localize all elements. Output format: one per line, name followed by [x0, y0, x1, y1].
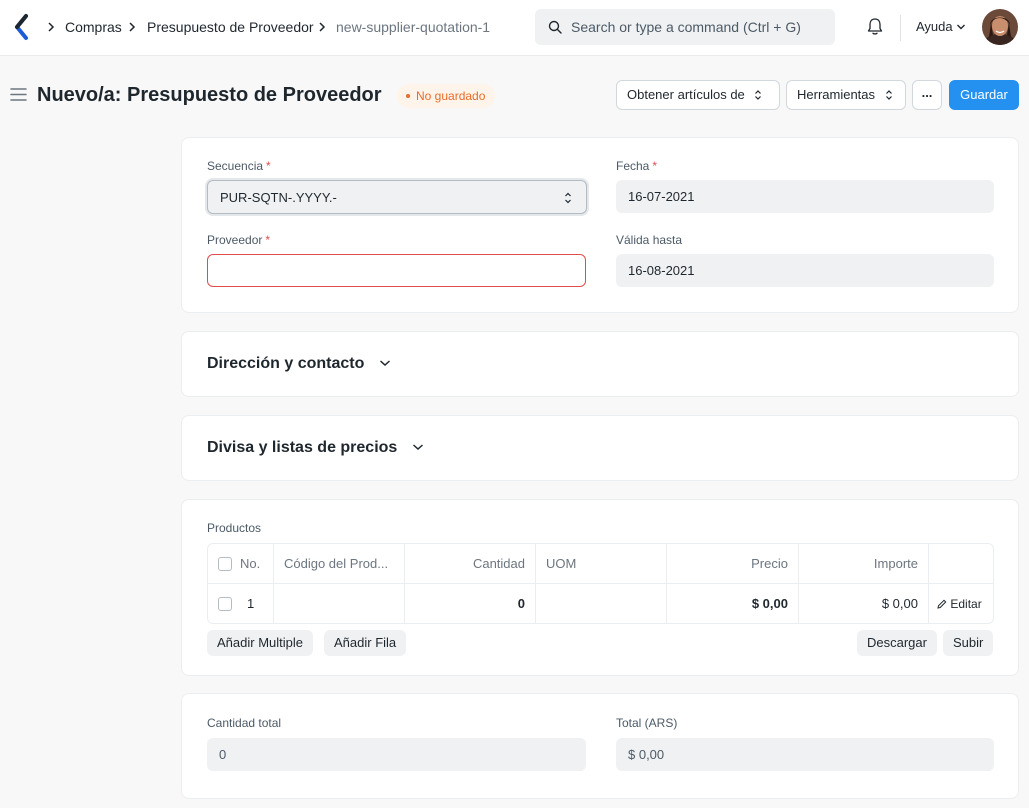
date-label-text: Fecha: [616, 159, 650, 173]
currency-section-title: Divisa y listas de precios: [207, 439, 398, 456]
notification-bell-icon[interactable]: [866, 17, 884, 36]
save-button[interactable]: Guardar: [949, 80, 1019, 110]
more-actions-button[interactable]: ...: [912, 80, 942, 110]
row-edit-button[interactable]: Editar: [929, 584, 993, 624]
series-label: Secuencia *: [207, 159, 271, 173]
row-qty-cell[interactable]: 0: [405, 584, 536, 624]
row-item-code-cell[interactable]: [274, 584, 405, 624]
series-value: PUR-SQTN-.YYYY.-: [220, 190, 337, 205]
col-no-label: No.: [240, 556, 261, 571]
col-item-code-header: Código del Prod...: [274, 544, 405, 584]
select-arrows-icon: [565, 192, 571, 204]
page-title: Nuevo/a: Presupuesto de Proveedor: [37, 84, 382, 106]
add-row-button[interactable]: Añadir Fila: [324, 630, 407, 656]
items-table: No. Código del Prod... Cantidad UOM Prec…: [207, 543, 994, 624]
help-dropdown[interactable]: Ayuda: [916, 19, 965, 34]
row-uom-cell[interactable]: [536, 584, 667, 624]
breadcrumb-current-doc: new-supplier-quotation-1: [336, 19, 491, 35]
currency-section-header[interactable]: Divisa y listas de precios: [207, 439, 424, 457]
row-rate-cell[interactable]: $ 0,00: [667, 584, 799, 624]
chevron-down-icon: [412, 444, 423, 450]
series-select[interactable]: PUR-SQTN-.YYYY.-: [207, 180, 587, 214]
row-checkbox[interactable]: [218, 597, 232, 611]
tools-label: Herramientas: [797, 87, 876, 102]
required-marker: *: [266, 159, 271, 173]
address-section-header[interactable]: Dirección y contacto: [207, 355, 391, 373]
address-contact-section[interactable]: Dirección y contacto: [181, 331, 1019, 397]
total-field: $ 0,00: [616, 738, 994, 771]
get-items-label: Obtener artículos de: [627, 87, 745, 102]
supplier-field[interactable]: [207, 254, 586, 287]
navbar-divider: [900, 15, 901, 41]
table-row[interactable]: 1 0 $ 0,00 $ 0,00 Editar: [208, 584, 993, 624]
col-actions-header: [929, 544, 993, 584]
chevron-down-icon: [379, 360, 390, 366]
total-qty-field: 0: [207, 738, 586, 771]
date-field[interactable]: 16-07-2021: [616, 180, 994, 213]
col-qty-header: Cantidad: [405, 544, 536, 584]
breadcrumb-compras[interactable]: Compras: [65, 18, 122, 36]
user-avatar[interactable]: [982, 9, 1018, 45]
main-form-card: Secuencia * PUR-SQTN-.YYYY.- Fecha * 16-07…: [181, 137, 1019, 313]
currency-pricelist-section[interactable]: Divisa y listas de precios: [181, 415, 1019, 481]
address-section-title: Dirección y contacto: [207, 355, 365, 372]
chevron-right-icon: [48, 22, 55, 32]
chevron-right-icon: [319, 22, 326, 32]
add-multiple-button[interactable]: Añadir Multiple: [207, 630, 313, 656]
col-no-header: No.: [208, 544, 274, 584]
required-marker: *: [265, 233, 271, 247]
breadcrumb-supplier-quotation[interactable]: Presupuesto de Proveedor: [147, 18, 314, 36]
sidebar-toggle-icon[interactable]: [10, 87, 27, 102]
row-no-cell: 1: [208, 584, 274, 624]
search-icon: [548, 20, 562, 34]
search-placeholder: Search or type a command (Ctrl + G): [571, 19, 801, 35]
items-section: Productos No. Código del Prod... Cantida…: [181, 499, 1019, 676]
tools-button[interactable]: Herramientas: [786, 80, 906, 110]
col-amount-header: Importe: [799, 544, 929, 584]
totals-section: Cantidad total 0 Total (ARS) $ 0,00: [181, 693, 1019, 799]
valid-till-field[interactable]: 16-08-2021: [616, 254, 994, 287]
series-label-text: Secuencia: [207, 159, 264, 173]
total-qty-label: Cantidad total: [207, 716, 282, 730]
help-label: Ayuda: [916, 19, 953, 34]
select-all-checkbox[interactable]: [218, 557, 232, 571]
status-badge: No guardado: [397, 84, 496, 108]
upload-button[interactable]: Subir: [943, 630, 994, 656]
app-logo[interactable]: [12, 12, 32, 42]
status-badge-text: No guardado: [416, 89, 486, 103]
row-qty: 0: [517, 596, 525, 611]
chevron-right-icon: [129, 22, 136, 32]
chevron-down-icon: [957, 24, 965, 30]
table-header-row: No. Código del Prod... Cantidad UOM Prec…: [208, 544, 993, 584]
total-label: Total (ARS): [616, 716, 678, 730]
row-edit-label: Editar: [950, 597, 982, 611]
row-rate: $ 0,00: [751, 596, 788, 611]
valid-till-label: Válida hasta: [616, 233, 683, 247]
col-uom-header: UOM: [536, 544, 667, 584]
get-items-button[interactable]: Obtener artículos de: [616, 80, 780, 110]
pencil-icon: [937, 599, 947, 609]
select-arrows-icon: [885, 89, 892, 100]
col-rate-header: Precio: [667, 544, 799, 584]
row-amount-cell: $ 0,00: [799, 584, 929, 624]
date-label: Fecha *: [616, 159, 657, 173]
navbar: Compras Presupuesto de Proveedor new-sup…: [0, 0, 1029, 56]
search-input[interactable]: Search or type a command (Ctrl + G): [535, 9, 835, 45]
download-button[interactable]: Descargar: [857, 630, 937, 656]
required-marker: *: [652, 159, 658, 173]
select-arrows-icon: [755, 89, 762, 100]
status-dot: [406, 93, 410, 98]
items-label: Productos: [207, 521, 262, 535]
row-no: 1: [247, 596, 255, 611]
supplier-label-text: Proveedor: [207, 233, 263, 247]
supplier-label: Proveedor *: [207, 233, 270, 247]
